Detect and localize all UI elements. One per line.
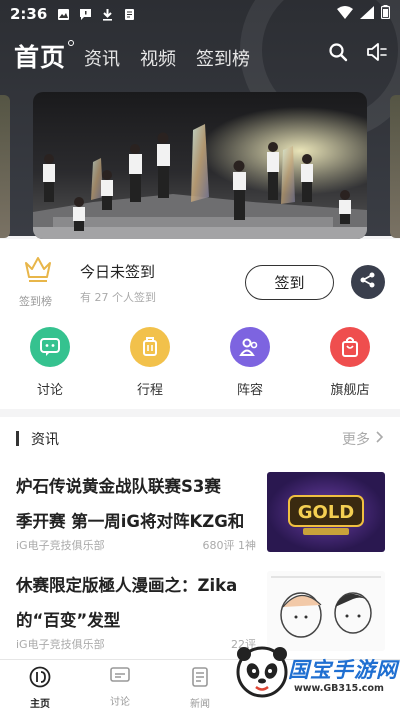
- tab-label: 主页: [30, 699, 50, 710]
- shortcut-label: 旗舰店: [330, 383, 370, 398]
- news-meta: iG电子竞技俱乐部 680评 1神: [16, 537, 256, 553]
- thumbnail-gold-text: GOLD: [298, 502, 355, 523]
- news-section: 资讯 更多 炉石传说黄金战队联赛S3赛 季开赛 第一周iG将对阵KZG和 iG电…: [0, 417, 400, 659]
- doc-notification-icon: [123, 8, 136, 21]
- tab-video[interactable]: 视频: [140, 45, 176, 74]
- tab-news-bottom[interactable]: 新闻: [170, 666, 230, 710]
- watermark-url: www.GB315.com: [294, 683, 384, 694]
- news-source: iG电子竞技俱乐部: [16, 638, 105, 651]
- download-icon: [101, 8, 114, 21]
- news-item[interactable]: 休赛限定版極人漫画之：Zika 的“百变”发型 iG电子竞技俱乐部 22评: [16, 568, 256, 652]
- news-section-header: 资讯 更多: [0, 427, 400, 449]
- status-bar: 2:36: [0, 0, 400, 28]
- tab-home[interactable]: 首页: [14, 38, 66, 74]
- news-thumbnail[interactable]: [267, 571, 385, 651]
- news-headline-line: 休赛限定版極人漫画之：Zika: [16, 576, 238, 595]
- tab-news[interactable]: 资讯: [84, 45, 120, 74]
- news-stats: 680评 1神: [202, 539, 257, 552]
- team-icon: [230, 327, 270, 367]
- share-icon: [359, 271, 377, 293]
- news-meta: iG电子竞技俱乐部 22评: [16, 636, 256, 652]
- checkin-card: 签到榜 今日未签到 有 27 个人签到 签到: [0, 239, 400, 313]
- news-item[interactable]: 炉石传说黄金战队联赛S3赛 季开赛 第一周iG将对阵KZG和 iG电子竞技俱乐部…: [16, 469, 256, 553]
- banner-prev-peek[interactable]: [0, 95, 10, 238]
- more-news-link[interactable]: 更多: [342, 429, 384, 449]
- shortcut-label: 讨论: [36, 383, 63, 398]
- checkin-count-text: 有 27 个人签到: [80, 291, 156, 304]
- wifi-icon: [337, 5, 353, 23]
- panda-logo: [236, 646, 288, 702]
- chat-icon: [109, 666, 131, 690]
- chevron-right-icon: [376, 431, 384, 447]
- banner-image[interactable]: [33, 92, 367, 239]
- news-thumbnail[interactable]: GOLD: [267, 472, 385, 552]
- battery-icon: [380, 5, 391, 23]
- news-headline-line: 炉石传说黄金战队联赛S3赛: [16, 477, 221, 496]
- home-indicator-dot: [68, 40, 75, 46]
- shortcut-label: 行程: [136, 383, 163, 398]
- shortcut-store[interactable]: 旗舰店: [310, 327, 390, 398]
- ig-logo-icon: [29, 666, 51, 692]
- shortcut-roster[interactable]: 阵容: [210, 327, 290, 398]
- newspaper-icon: [191, 666, 209, 692]
- shortcut-label: 阵容: [236, 383, 263, 398]
- shopping-bag-icon: [330, 327, 370, 367]
- signal-icon: [360, 5, 374, 23]
- tab-discussion[interactable]: 讨论: [90, 666, 150, 708]
- status-time: 2:36: [10, 5, 48, 23]
- tab-label: 新闻: [190, 699, 210, 710]
- tab-label: 讨论: [110, 697, 130, 708]
- checkin-button[interactable]: 签到: [245, 265, 334, 300]
- watermark-brand: 国宝手游网: [288, 658, 398, 682]
- share-button[interactable]: [351, 265, 385, 299]
- crown-icon[interactable]: [24, 254, 52, 286]
- section-accent-bar: [16, 431, 19, 446]
- tab-main[interactable]: 主页: [10, 666, 70, 710]
- tab-checkin-rank[interactable]: 签到榜: [196, 45, 250, 74]
- speaker-icon[interactable]: [366, 42, 388, 66]
- shortcut-grid: 讨论 行程 阵容 旗舰店: [0, 313, 400, 409]
- site-watermark: 国宝手游网 www.GB315.com: [232, 640, 400, 711]
- more-label: 更多: [342, 432, 370, 448]
- news-section-title: 资讯: [31, 432, 59, 448]
- banner-next-peek[interactable]: [390, 95, 400, 238]
- image-notification-icon: [57, 8, 70, 21]
- nav-icons: [328, 42, 388, 66]
- luggage-icon: [130, 327, 170, 367]
- news-headline-line: 季开赛 第一周iG将对阵KZG和: [16, 512, 245, 531]
- checkin-rank-label[interactable]: 签到榜: [19, 293, 52, 309]
- shortcut-discussion[interactable]: 讨论: [10, 327, 90, 398]
- message-notification-icon: [79, 8, 92, 21]
- news-headline-line: 的“百变”发型: [16, 611, 121, 630]
- top-nav: 首页 资讯 视频 签到榜: [14, 38, 270, 74]
- search-icon[interactable]: [328, 42, 348, 66]
- news-source: iG电子竞技俱乐部: [16, 539, 105, 552]
- checkin-status-title: 今日未签到: [80, 263, 156, 281]
- chat-icon: [30, 327, 70, 367]
- shortcut-schedule[interactable]: 行程: [110, 327, 190, 398]
